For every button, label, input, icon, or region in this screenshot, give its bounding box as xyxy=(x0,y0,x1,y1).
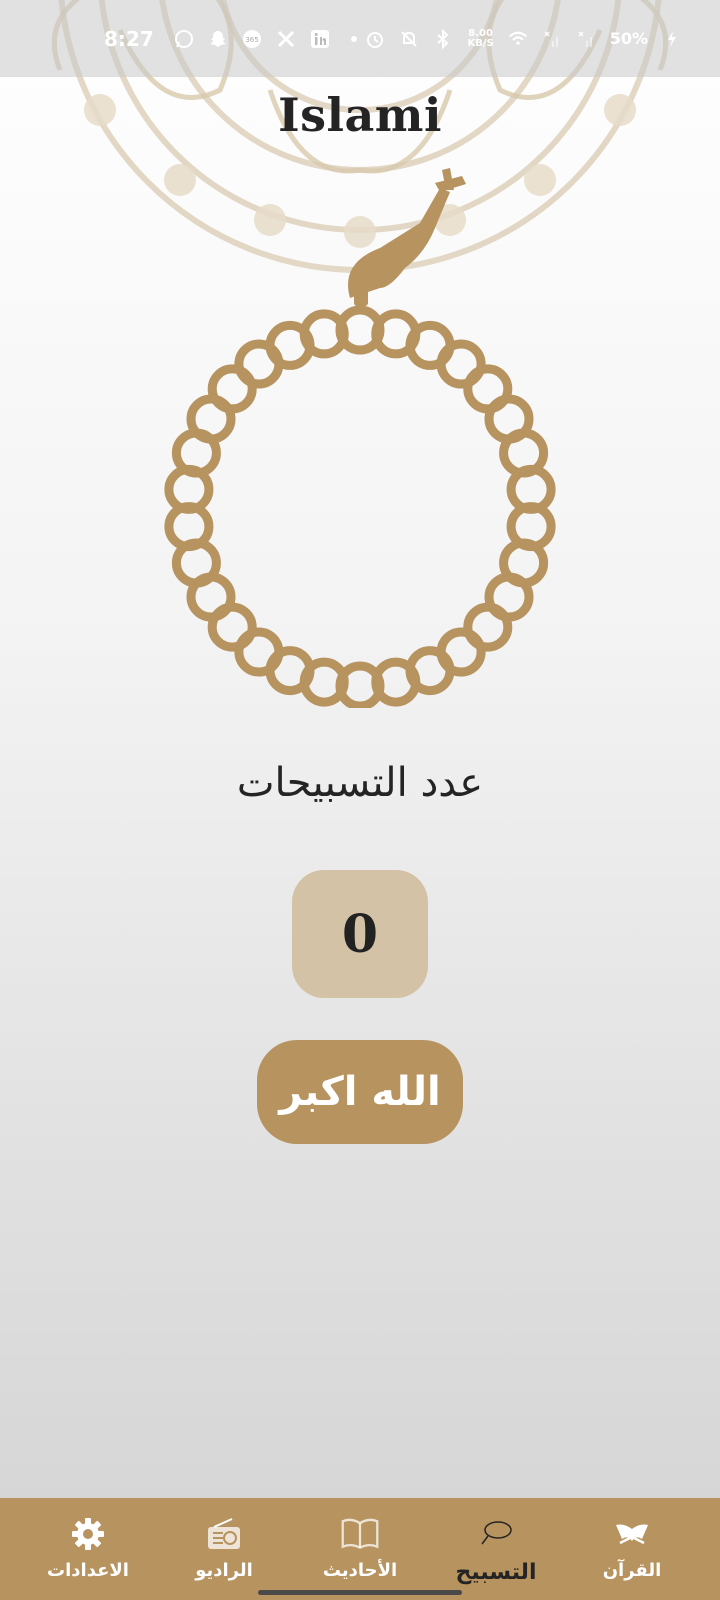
wifi-icon xyxy=(508,29,528,49)
status-time: 8:27 xyxy=(104,26,154,51)
nav-label-radio: الراديو xyxy=(195,1560,253,1581)
home-indicator[interactable] xyxy=(258,1590,462,1595)
linkedin-icon xyxy=(310,29,330,49)
alarm-icon xyxy=(365,29,385,49)
tasbeeh-count-label: عدد التسبيحات xyxy=(236,760,484,806)
sebha-icon xyxy=(476,1516,516,1552)
signal-icon xyxy=(542,29,562,49)
counter-value: 0 xyxy=(341,903,379,965)
nav-item-radio[interactable]: الراديو xyxy=(156,1498,292,1600)
book-icon xyxy=(340,1516,380,1552)
nav-item-quran[interactable]: القرآن xyxy=(564,1498,700,1600)
dot-icon xyxy=(344,29,364,49)
nav-item-hadith[interactable]: الأحاديث xyxy=(292,1498,428,1600)
network-speed: 8.00 KB/S xyxy=(467,28,494,49)
dhikr-button[interactable]: الله اكبر xyxy=(257,1040,463,1144)
tasbeeh-counter: 0 xyxy=(292,870,428,998)
bluetooth-icon xyxy=(433,28,453,49)
nav-label-settings: الاعدادات xyxy=(47,1560,129,1581)
radio-icon xyxy=(204,1516,244,1552)
snapchat-icon xyxy=(208,29,228,49)
mute-icon xyxy=(399,29,419,49)
nav-label-sebha: التسبيح xyxy=(455,1560,537,1585)
quran-icon xyxy=(612,1516,652,1552)
nav-label-hadith: الأحاديث xyxy=(322,1560,398,1581)
svg-text:365: 365 xyxy=(245,36,258,44)
battery-level: 50% xyxy=(609,29,648,48)
status-bar: 8:27 365 8.00 KB/S 50% xyxy=(0,0,720,77)
x-icon xyxy=(276,29,296,49)
whatsapp-icon xyxy=(174,29,194,49)
network-speed-unit: KB/S xyxy=(467,37,494,49)
sebha-image[interactable] xyxy=(150,168,570,708)
charging-icon xyxy=(662,29,682,49)
sebha-tassel xyxy=(348,168,466,306)
app-title: Islami xyxy=(278,88,442,142)
bottom-navigation: الاعدادات الراديو الأحاديث التسبيح القرآ… xyxy=(0,1498,720,1600)
365-icon: 365 xyxy=(242,29,262,49)
settings-icon xyxy=(68,1516,108,1552)
signal-icon-2 xyxy=(576,29,596,49)
nav-item-sebha[interactable]: التسبيح xyxy=(428,1498,564,1600)
nav-item-settings[interactable]: الاعدادات xyxy=(20,1498,156,1600)
nav-label-quran: القرآن xyxy=(602,1560,662,1581)
